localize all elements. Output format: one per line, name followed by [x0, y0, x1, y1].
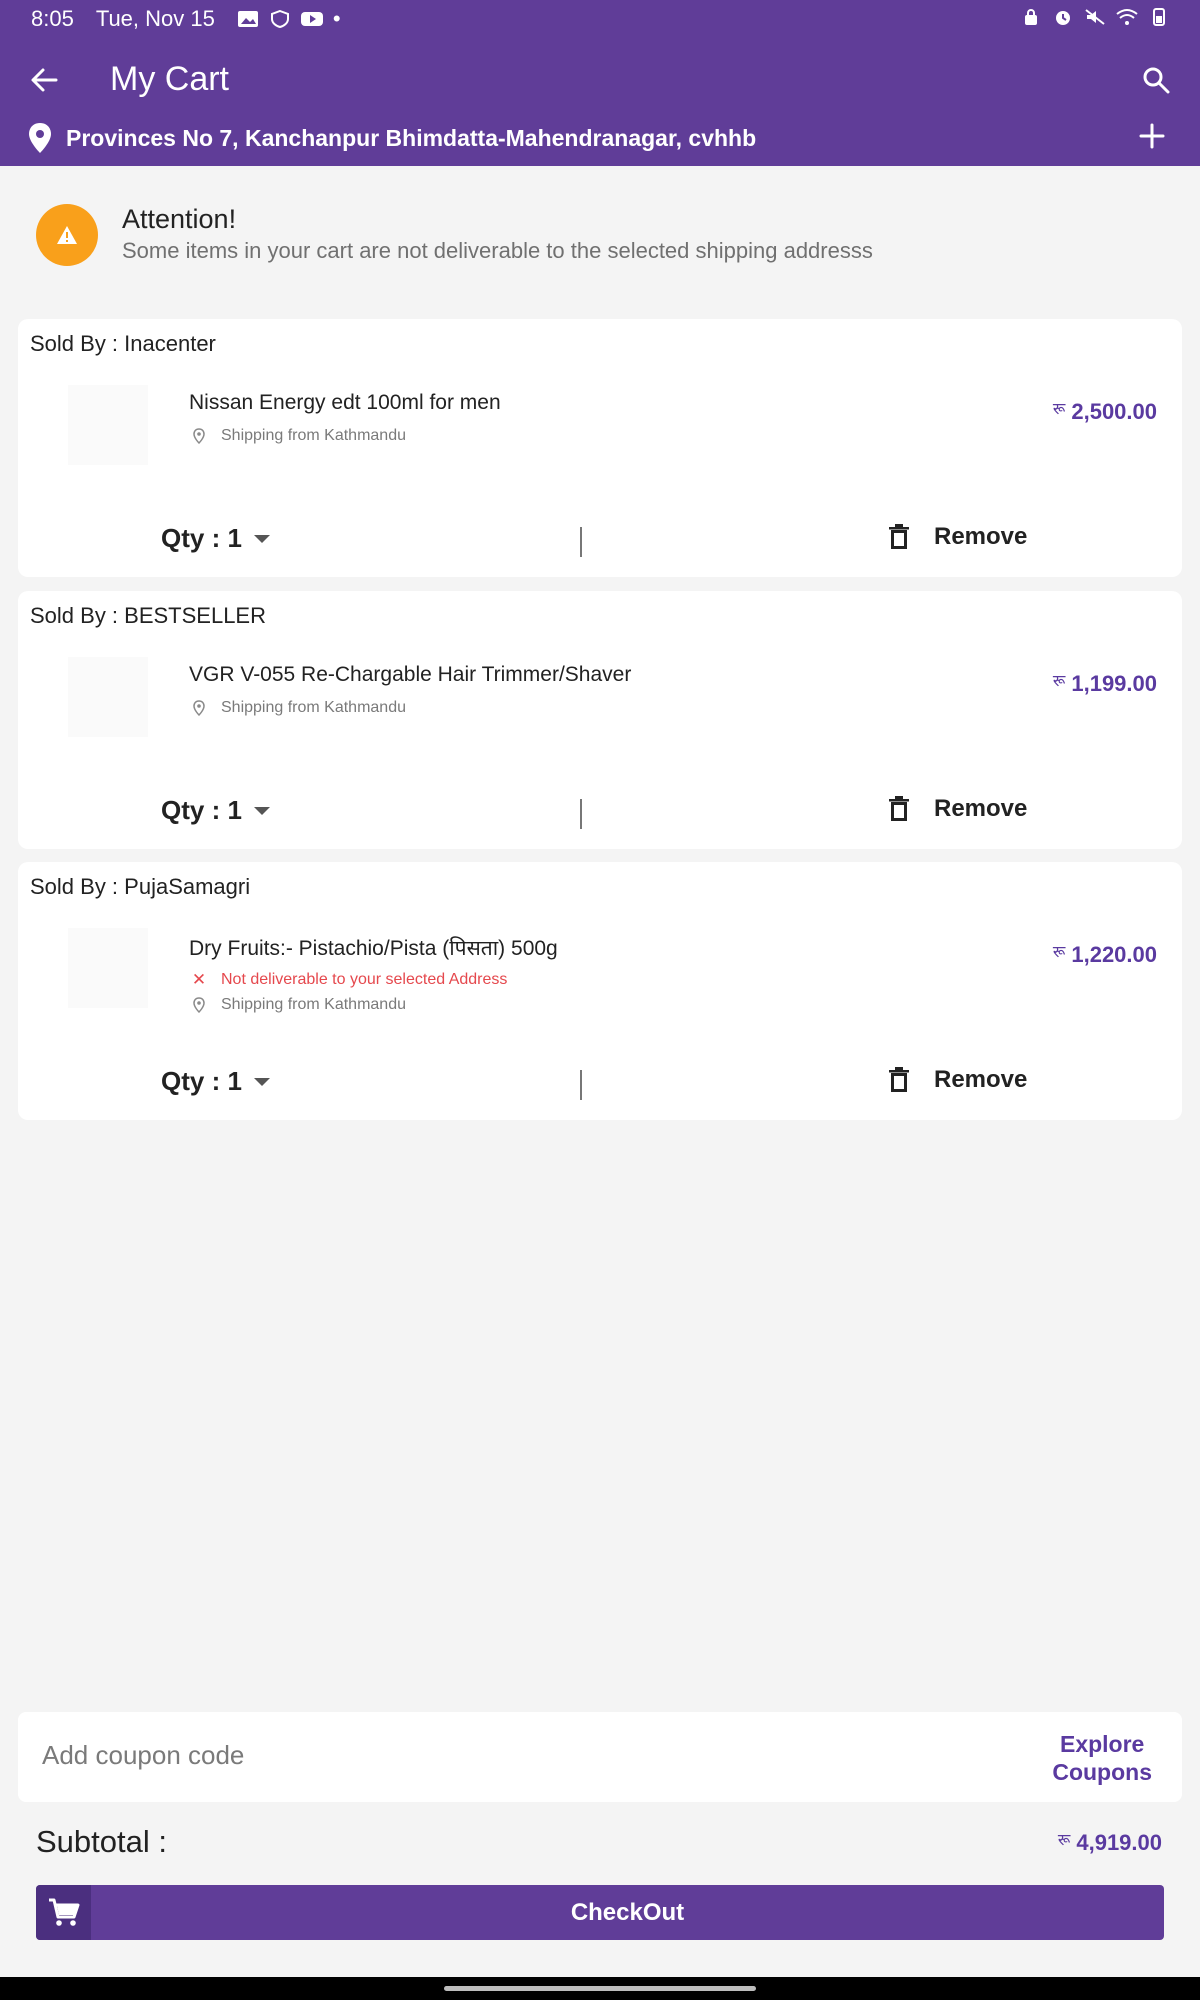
seller-name: Sold By : PujaSamagri [30, 874, 251, 899]
attention-message: Some items in your cart are not delivera… [122, 238, 873, 263]
lock-icon [1025, 9, 1037, 25]
divider [580, 527, 582, 557]
quantity-label: Qty : 1 [161, 523, 242, 553]
product-thumbnail[interactable] [68, 657, 148, 737]
close-icon: ✕ [191, 970, 207, 989]
youtube-icon [300, 12, 323, 26]
caret-down-icon [253, 1077, 270, 1086]
status-date: Tue, Nov 15 [95, 6, 215, 31]
divider [580, 799, 582, 829]
location-pin-icon [189, 997, 209, 1013]
back-button[interactable] [24, 60, 64, 100]
quantity-dropdown[interactable]: Qty : 1 [161, 1066, 270, 1097]
warning-icon [36, 204, 98, 266]
location-pin-icon [189, 700, 209, 716]
currency-symbol: रू [1052, 401, 1066, 418]
caret-down-icon [253, 534, 270, 543]
seller-name: Sold By : Inacenter [30, 331, 216, 356]
delivery-address: Provinces No 7, Kanchanpur Bhimdatta-Mah… [66, 124, 757, 151]
home-gesture-handle[interactable] [444, 1986, 756, 1991]
shield-hand-icon [270, 10, 289, 28]
battery-icon [1153, 8, 1165, 26]
cart-icon [36, 1885, 91, 1940]
location-pin-icon [189, 428, 209, 444]
search-button[interactable] [1136, 60, 1176, 100]
caret-down-icon [253, 806, 270, 815]
shipping-info: Shipping from Kathmandu [189, 996, 406, 1014]
shipping-text: Shipping from Kathmandu [221, 427, 406, 444]
quantity-dropdown[interactable]: Qty : 1 [161, 795, 270, 826]
coupon-code-input[interactable] [42, 1740, 802, 1771]
currency-symbol: रू [1052, 944, 1066, 961]
item-price: रू 1,220.00 [1053, 942, 1157, 968]
product-name[interactable]: Dry Fruits:- Pistachio/Pista (पिसता) 500… [189, 934, 558, 962]
product-name[interactable]: VGR V-055 Re-Chargable Hair Trimmer/Shav… [189, 663, 631, 687]
gallery-icon [237, 11, 258, 27]
status-time: 8:05 [31, 6, 74, 31]
mute-icon [1085, 9, 1105, 25]
location-pin-icon [29, 123, 51, 153]
quantity-dropdown[interactable]: Qty : 1 [161, 523, 270, 554]
remove-button[interactable]: Remove [888, 523, 1027, 551]
divider [580, 1070, 582, 1100]
cart-item-card: Sold By : PujaSamagri Dry Fruits:- Pista… [18, 862, 1182, 1120]
wifi-icon [1116, 9, 1138, 25]
remove-label: Remove [934, 1066, 1028, 1093]
remove-label: Remove [934, 523, 1028, 550]
item-price: रू 1,199.00 [1053, 671, 1157, 697]
explore-coupons-line2: Coupons [1052, 1759, 1152, 1785]
add-address-button[interactable] [1134, 118, 1170, 154]
cart-item-card: Sold By : Inacenter Nissan Energy edt 10… [18, 319, 1182, 577]
checkout-button[interactable]: CheckOut [36, 1885, 1164, 1940]
seller-name: Sold By : BESTSELLER [30, 603, 266, 628]
product-thumbnail[interactable] [68, 928, 148, 1008]
status-bar: 8:05 Tue, Nov 15 • [0, 0, 1200, 38]
system-nav-bar [0, 1977, 1200, 2000]
trash-icon [889, 796, 909, 821]
explore-coupons-button[interactable]: Explore Coupons [1052, 1730, 1152, 1786]
shipping-text: Shipping from Kathmandu [221, 996, 406, 1013]
cart-item-card: Sold By : BESTSELLER VGR V-055 Re-Charga… [18, 591, 1182, 849]
not-deliverable-text: Not deliverable to your selected Address [221, 971, 508, 988]
quantity-label: Qty : 1 [161, 795, 242, 825]
checkout-label: CheckOut [570, 1898, 685, 1926]
trash-icon [889, 1067, 909, 1092]
shipping-text: Shipping from Kathmandu [221, 699, 406, 716]
currency-symbol: रू [1052, 673, 1066, 690]
coupon-bar: Explore Coupons [18, 1712, 1182, 1802]
search-icon [1143, 67, 1170, 94]
attention-title: Attention! [122, 204, 237, 234]
price-amount: 1,199.00 [1071, 671, 1157, 696]
currency-symbol: रू [1057, 1832, 1071, 1849]
attention-notice: Attention! Some items in your cart are n… [36, 204, 1166, 268]
item-price: रू 2,500.00 [1053, 399, 1157, 425]
subtotal-amount: 4,919.00 [1076, 1830, 1162, 1855]
remove-button[interactable]: Remove [888, 795, 1027, 823]
status-dot: • [332, 6, 341, 31]
status-notification-icons: • [237, 6, 341, 32]
product-name[interactable]: Nissan Energy edt 100ml for men [189, 391, 501, 415]
subtotal-label: Subtotal : [36, 1824, 167, 1859]
alarm-icon [1056, 11, 1070, 25]
delivery-location[interactable]: Provinces No 7, Kanchanpur Bhimdatta-Mah… [28, 118, 1180, 158]
status-system-icons [1020, 8, 1170, 26]
page-title: My Cart [110, 60, 229, 98]
explore-coupons-line1: Explore [1059, 1731, 1145, 1757]
subtotal-value: रू 4,919.00 [1058, 1830, 1162, 1856]
trash-icon [889, 524, 909, 549]
not-deliverable-warning: ✕ Not deliverable to your selected Addre… [189, 970, 508, 990]
price-amount: 1,220.00 [1071, 942, 1157, 967]
arrow-left-icon [31, 68, 58, 92]
shipping-info: Shipping from Kathmandu [189, 427, 406, 445]
quantity-label: Qty : 1 [161, 1066, 242, 1096]
product-thumbnail[interactable] [68, 385, 148, 465]
shipping-info: Shipping from Kathmandu [189, 699, 406, 717]
price-amount: 2,500.00 [1071, 399, 1157, 424]
remove-button[interactable]: Remove [888, 1066, 1027, 1094]
plus-icon [1139, 123, 1165, 149]
app-bar: My Cart Provinces No 7, Kanchanpur Bhimd… [0, 38, 1200, 166]
remove-label: Remove [934, 795, 1028, 822]
